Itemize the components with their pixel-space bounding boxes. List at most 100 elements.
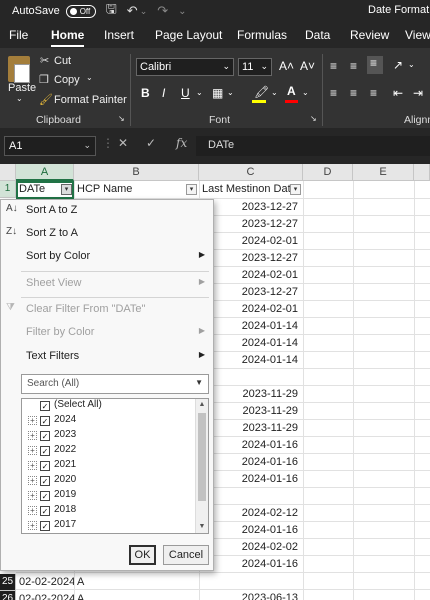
cell-last-mestinon-date[interactable]: 2023-06-13 [199, 590, 303, 600]
expand-icon[interactable]: + [28, 446, 37, 455]
save-icon[interactable]: 🖫 [106, 0, 117, 22]
tab-view[interactable]: View [405, 28, 430, 42]
align-right-icon[interactable]: ≡ [370, 86, 377, 100]
orientation-icon[interactable]: ↗ [393, 58, 403, 72]
fill-color-icon[interactable]: 🖍 [254, 85, 269, 99]
column-header-d[interactable]: D [303, 164, 353, 181]
cut-button[interactable]: Cut [54, 55, 71, 67]
column-header-e[interactable]: E [353, 164, 414, 181]
filter-year-item[interactable]: + ✓ 2023 [22, 429, 194, 444]
increase-indent-icon[interactable]: ⇥ [413, 86, 423, 100]
checkbox-checked-icon[interactable]: ✓ [40, 521, 50, 531]
copy-dropdown-icon[interactable]: ⌄ [86, 73, 93, 82]
cell-last-mestinon-date[interactable]: 2024-02-01 [199, 301, 303, 318]
column-header-b[interactable]: B [74, 164, 199, 181]
sort-by-color-item[interactable]: Sort by Color ▶ [1, 246, 213, 268]
tab-page-layout[interactable]: Page Layout [155, 28, 222, 42]
filter-dropdown-icon[interactable]: ▾ [290, 184, 301, 195]
font-launcher-icon[interactable]: ↘ [310, 114, 317, 123]
row-header-26[interactable]: 26 [0, 591, 16, 600]
cell-last-mestinon-date[interactable]: 2024-01-14 [199, 335, 303, 352]
checkbox-checked-icon[interactable]: ✓ [40, 401, 50, 411]
scroll-up-icon[interactable]: ▲ [196, 399, 208, 411]
font-color-dropdown-icon[interactable]: ⌄ [302, 88, 309, 97]
cell-last-mestinon-date[interactable]: 2024-01-16 [199, 471, 303, 488]
align-center-icon[interactable]: ≡ [350, 86, 357, 100]
ok-button[interactable]: OK [129, 545, 156, 565]
format-painter-button[interactable]: Format Painter [54, 94, 127, 106]
expand-icon[interactable]: + [28, 476, 37, 485]
orientation-dropdown-icon[interactable]: ⌄ [408, 60, 415, 69]
cell-date[interactable]: 02-02-2024 [19, 574, 74, 591]
checkbox-checked-icon[interactable]: ✓ [40, 476, 50, 486]
italic-button[interactable]: I [162, 86, 165, 100]
column-header-a[interactable]: A [16, 164, 74, 181]
header-cell-hcp-name[interactable]: HCP Name [74, 181, 199, 199]
expand-icon[interactable]: + [28, 431, 37, 440]
tab-review[interactable]: Review [350, 28, 389, 42]
filter-year-item[interactable]: + ✓ 2021 [22, 459, 194, 474]
borders-dropdown-icon[interactable]: ⌄ [227, 88, 234, 97]
filter-year-item[interactable]: + ✓ 2018 [22, 504, 194, 519]
underline-button[interactable]: U [181, 86, 190, 100]
paste-dropdown-icon[interactable]: ⌄ [16, 94, 23, 103]
cell-hcp-name[interactable]: A [77, 574, 197, 591]
copy-icon[interactable]: ❐ [39, 73, 49, 86]
filter-year-item[interactable]: + ✓ 2024 [22, 414, 194, 429]
chevron-down-icon[interactable]: ▼ [195, 378, 203, 387]
cell-last-mestinon-date[interactable]: 2024-01-14 [199, 318, 303, 335]
checkbox-checked-icon[interactable]: ✓ [40, 416, 50, 426]
filter-year-item[interactable]: + ✓ 2020 [22, 474, 194, 489]
cancel-icon[interactable]: ✕ [118, 136, 128, 150]
cell-last-mestinon-date[interactable]: 2023-11-29 [199, 386, 303, 403]
align-left-icon[interactable]: ≡ [330, 86, 337, 100]
cell-last-mestinon-date[interactable] [199, 488, 303, 505]
header-cell-last-mestinon-date[interactable]: Last Mestinon Dat [199, 181, 291, 199]
cell-last-mestinon-date[interactable]: 2024-02-12 [199, 505, 303, 522]
formula-input[interactable]: DATe [196, 136, 430, 156]
paste-icon[interactable] [8, 56, 30, 83]
expand-icon[interactable]: + [28, 506, 37, 515]
fill-color-dropdown-icon[interactable]: ⌄ [271, 88, 278, 97]
insert-function-button[interactable]: fx [176, 136, 187, 150]
redo-icon[interactable]: ↷ [157, 3, 168, 19]
sort-z-to-a-item[interactable]: Z↓ Sort Z to A [1, 223, 213, 245]
cell-last-mestinon-date[interactable]: 2024-02-01 [199, 233, 303, 250]
grow-font-button[interactable]: A˄ [279, 59, 294, 73]
scroll-down-icon[interactable]: ▼ [196, 521, 208, 533]
enter-icon[interactable]: ✓ [146, 136, 156, 150]
checkbox-checked-icon[interactable]: ✓ [40, 491, 50, 501]
cell-last-mestinon-date[interactable]: 2023-12-27 [199, 199, 303, 216]
cell-date[interactable]: 02-02-2024 [19, 591, 74, 600]
column-header-c[interactable]: C [199, 164, 303, 181]
expand-icon[interactable]: + [28, 521, 37, 530]
cell-last-mestinon-date[interactable]: 2023-12-27 [199, 284, 303, 301]
cell-last-mestinon-date[interactable]: 2024-01-16 [199, 437, 303, 454]
undo-icon[interactable]: ↶ [127, 3, 138, 19]
filter-year-item[interactable]: + ✓ 2017 [22, 519, 194, 533]
filter-select-all[interactable]: ✓ (Select All) [22, 399, 194, 414]
tab-data[interactable]: Data [305, 28, 330, 42]
cut-icon[interactable]: ✂ [40, 54, 49, 67]
expand-icon[interactable]: + [28, 416, 37, 425]
expand-icon[interactable]: + [28, 491, 37, 500]
tab-home[interactable]: Home [51, 28, 85, 47]
borders-icon[interactable]: ▦ [212, 86, 223, 100]
cancel-button[interactable]: Cancel [163, 545, 209, 565]
cell-last-mestinon-date[interactable]: 2024-02-02 [199, 539, 303, 556]
name-box[interactable]: A1 ⌄ [4, 136, 96, 156]
paste-button[interactable]: Paste [8, 82, 36, 94]
sort-a-to-z-item[interactable]: A↓ Sort A to Z [1, 200, 213, 222]
autosave-toggle[interactable]: Off [65, 4, 96, 18]
copy-button[interactable]: Copy [54, 74, 80, 86]
shrink-font-button[interactable]: A˅ [300, 59, 315, 73]
bottom-align-icon[interactable]: ≡ [367, 56, 383, 74]
cell-last-mestinon-date[interactable]: 2024-02-01 [199, 267, 303, 284]
cell-last-mestinon-date[interactable]: 2023-12-27 [199, 250, 303, 267]
filter-list-scrollbar[interactable]: ▲ ▼ [195, 399, 208, 533]
middle-align-icon[interactable]: ≡ [350, 59, 357, 73]
tab-insert[interactable]: Insert [104, 28, 134, 42]
checkbox-checked-icon[interactable]: ✓ [40, 431, 50, 441]
cell-last-mestinon-date[interactable] [199, 369, 303, 386]
scroll-thumb[interactable] [198, 413, 206, 501]
